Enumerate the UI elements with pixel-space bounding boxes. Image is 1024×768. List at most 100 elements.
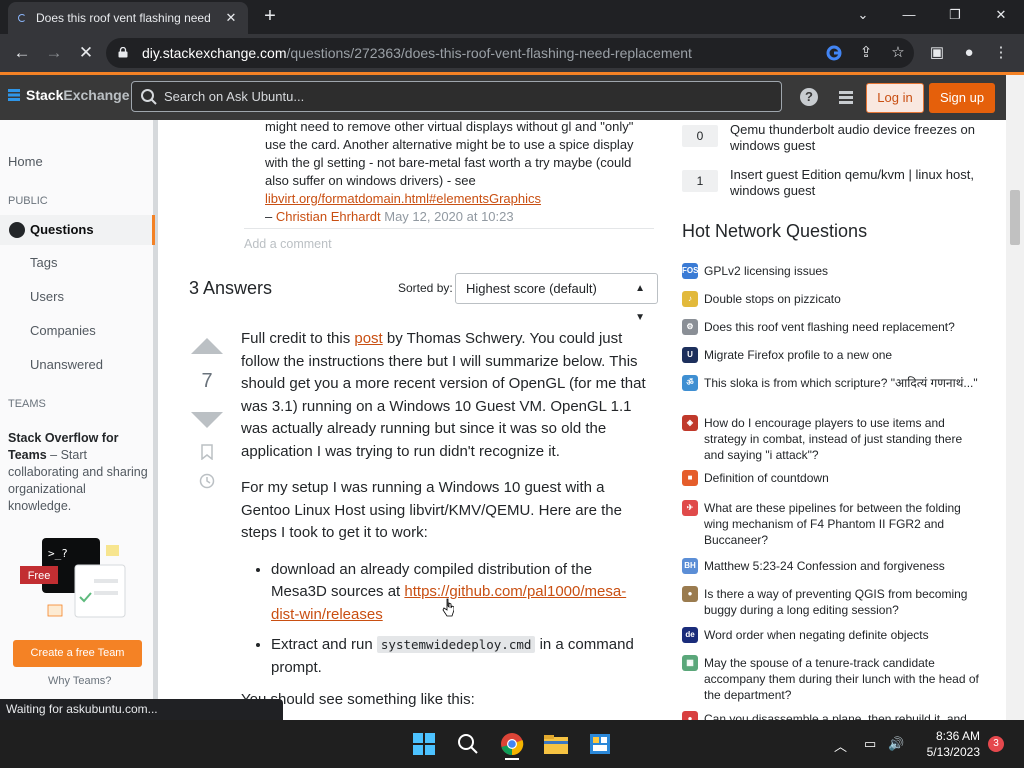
volume-icon[interactable]: 🔊 [888,736,904,752]
hot-question-title[interactable]: What are these pipelines for between the… [704,500,982,548]
hot-question-item[interactable]: ⚙ Does this roof vent flashing need repla… [682,319,982,335]
site-favicon-icon: BH [682,558,698,574]
tray-overflow-icon[interactable]: ︿ [834,736,847,755]
page-scrollbar[interactable] [1006,120,1024,720]
file-explorer-icon[interactable] [540,728,572,760]
globe-icon [9,222,25,238]
comment-date: May 12, 2020 at 10:23 [380,209,514,224]
linked-question[interactable]: 1 Insert guest Edition qemu/kvm | linux … [682,167,982,199]
hot-question-item[interactable]: ● Can you disassemble a plane, then rebui… [682,711,982,720]
comment-link[interactable]: libvirt.org/formatdomain.html#elementsGr… [265,191,541,206]
hot-question-item[interactable]: ♪ Double stops on pizzicato [682,291,982,307]
linked-title[interactable]: Qemu thunderbolt audio device freezes on… [730,122,982,154]
upvote-button[interactable] [191,338,223,354]
hot-question-item[interactable]: ✈ What are these pipelines for between th… [682,500,982,548]
hot-question-item[interactable]: ■ Definition of countdown [682,470,982,486]
hot-question-item[interactable]: ॐ This sloka is from which scripture? "आद… [682,375,982,391]
restore-button[interactable]: ❐ [932,0,978,34]
loading-spinner-icon [18,14,26,22]
site-favicon-icon: ▦ [682,655,698,671]
tab-close-icon[interactable]: ✕ [224,10,238,26]
minimize-button[interactable]: — [886,0,932,34]
hot-question-title[interactable]: This sloka is from which scripture? "आदि… [704,375,982,391]
site-favicon-icon: FOS [682,263,698,279]
hot-question-title[interactable]: Does this roof vent flashing need replac… [704,319,982,335]
login-button[interactable]: Log in [866,83,924,113]
why-teams-link[interactable]: Why Teams? [48,675,111,687]
tab-title: Does this roof vent flashing need [36,11,211,25]
hot-question-title[interactable]: May the spouse of a tenure-track candida… [704,655,982,703]
nav-home[interactable]: Home [8,154,43,169]
scrollbar-thumb[interactable] [1010,190,1020,245]
hot-question-title[interactable]: Definition of countdown [704,470,982,486]
hot-question-item[interactable]: ▦ May the spouse of a tenure-track candid… [682,655,982,703]
create-team-button[interactable]: Create a free Team [13,640,142,667]
signup-button[interactable]: Sign up [929,83,995,113]
app-icon[interactable] [584,728,616,760]
hot-question-item[interactable]: ● Is there a way of preventing QGIS from … [682,586,982,618]
sort-value: Highest score (default) [466,281,597,296]
comment: might need to remove other virtual displ… [265,120,645,226]
nav-companies[interactable]: Companies [30,323,96,338]
chrome-icon[interactable] [496,728,528,760]
vote-count: 7 [201,370,213,392]
clock[interactable]: 8:36 AM 5/13/2023 [910,728,980,760]
history-icon[interactable] [198,472,216,490]
clock-date: 5/13/2023 [926,745,980,759]
hot-question-title[interactable]: Double stops on pizzicato [704,291,982,307]
hot-question-title[interactable]: GPLv2 licensing issues [704,263,982,279]
google-icon[interactable] [823,42,845,64]
stackexchange-logo[interactable]: StackExchange [8,87,130,103]
hot-question-title[interactable]: Word order when negating definite object… [704,627,982,643]
hot-question-title[interactable]: Migrate Firefox profile to a new one [704,347,982,363]
share-icon[interactable]: ⇪ [855,42,877,64]
nav-users[interactable]: Users [30,289,64,304]
hot-question-item[interactable]: FOS GPLv2 licensing issues [682,263,982,279]
left-sidebar: Home PUBLIC Questions Tags Users Compani… [0,120,158,720]
tab-search-icon[interactable]: ⌄ [840,0,886,34]
add-comment-link[interactable]: Add a comment [244,237,332,251]
comment-text: might need to remove other virtual displ… [265,120,634,188]
linked-score: 1 [682,170,718,192]
bookmark-icon[interactable] [201,444,213,460]
sort-select[interactable]: Highest score (default) ▲ ▼ [455,273,658,323]
hot-question-item[interactable]: U Migrate Firefox profile to a new one [682,347,982,363]
site-favicon-icon: ⚙ [682,319,698,335]
hot-question-item[interactable]: ◈ How do I encourage players to use items… [682,415,982,463]
browser-tab[interactable]: Does this roof vent flashing need ✕ [8,2,248,34]
post-link[interactable]: post [354,330,382,347]
site-search-input[interactable]: Search on Ask Ubuntu... [131,81,782,112]
address-bar[interactable]: diy.stackexchange.com/questions/272363/d… [106,38,914,68]
search-icon[interactable] [452,728,484,760]
nav-tags[interactable]: Tags [30,255,57,270]
svg-text:>_?: >_? [48,547,68,560]
windows-start-icon[interactable] [408,728,440,760]
nav-unanswered[interactable]: Unanswered [30,357,103,372]
stop-button[interactable]: ✕ [74,41,98,65]
comment-author[interactable]: Christian Ehrhardt [276,209,381,224]
hot-question-title[interactable]: Is there a way of preventing QGIS from b… [704,586,982,618]
site-switcher-icon[interactable] [838,89,854,105]
menu-icon[interactable]: ⋮ [990,42,1012,64]
profile-icon[interactable]: ● [958,42,980,64]
hot-question-item[interactable]: BH Matthew 5:23-24 Confession and forgive… [682,558,982,574]
notification-badge[interactable]: 3 [988,736,1004,752]
window-close-button[interactable]: ✕ [978,0,1024,34]
nav-questions[interactable]: Questions [0,215,155,245]
hot-question-item[interactable]: de Word order when negating definite obje… [682,627,982,643]
hot-question-title[interactable]: Can you disassemble a plane, then rebuil… [704,711,982,720]
back-button[interactable]: ← [10,41,34,65]
browser-tabstrip: Does this roof vent flashing need ✕ + ⌄ … [0,0,1024,34]
linked-title[interactable]: Insert guest Edition qemu/kvm | linux ho… [730,167,982,199]
scrollbar-top[interactable] [1006,75,1024,123]
bookmark-star-icon[interactable]: ☆ [887,42,909,64]
side-panel-icon[interactable]: ▣ [926,42,948,64]
help-icon[interactable]: ? [800,88,818,106]
new-tab-button[interactable]: + [258,4,282,28]
downvote-button[interactable] [191,412,223,428]
linked-question[interactable]: 0 Qemu thunderbolt audio device freezes … [682,122,982,154]
hot-question-title[interactable]: How do I encourage players to use items … [704,415,982,463]
hot-question-title[interactable]: Matthew 5:23-24 Confession and forgivene… [704,558,982,574]
network-icon[interactable]: ▭ [864,736,876,752]
forward-button[interactable]: → [42,41,66,65]
